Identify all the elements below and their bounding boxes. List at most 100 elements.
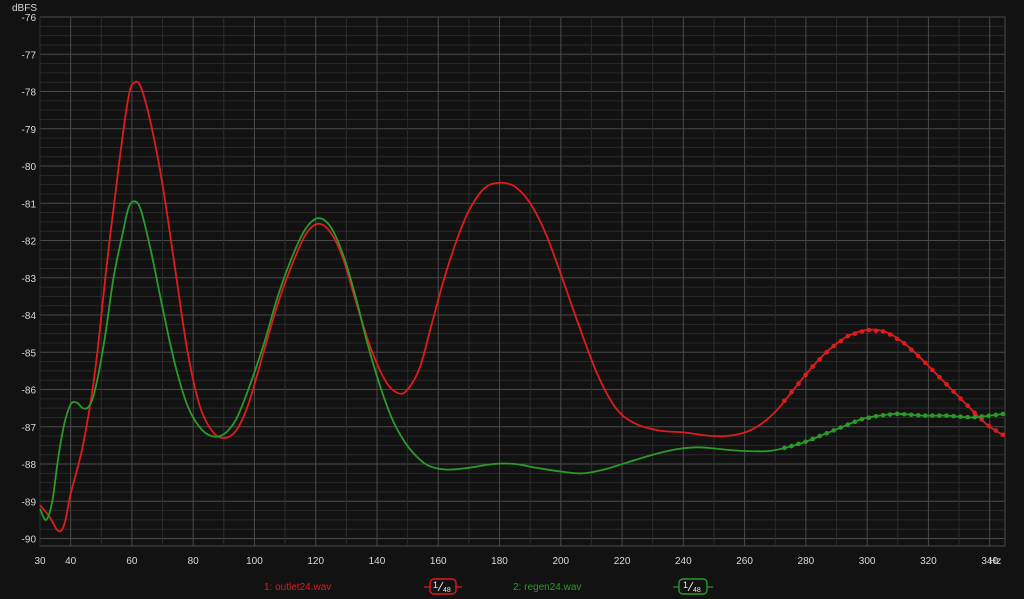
series-1-point <box>789 389 794 395</box>
series-1-point <box>993 428 999 433</box>
series-2-point <box>944 413 949 418</box>
y-tick-label: -81 <box>22 199 37 210</box>
series-1-point <box>958 396 963 401</box>
series-1-point <box>831 343 837 349</box>
series-1-point <box>930 367 935 373</box>
series-2-point <box>894 411 900 417</box>
series-2-point <box>965 414 970 420</box>
legend-series-2-smoothing-num: 1 <box>683 580 688 590</box>
series-1-point <box>965 403 970 408</box>
series-1-point <box>944 381 949 387</box>
x-tick-label: 240 <box>675 556 692 567</box>
series-1-point <box>824 349 830 355</box>
x-tick-label: 200 <box>552 556 569 567</box>
series-2-point <box>1000 411 1006 417</box>
y-tick-label: -90 <box>22 535 37 546</box>
series-1-point <box>972 410 977 416</box>
series-2-point <box>993 412 999 418</box>
series-1-point <box>887 332 893 337</box>
series-2-point <box>817 433 822 439</box>
series-2-point <box>930 413 935 418</box>
y-tick-label: -80 <box>22 162 37 173</box>
x-tick-label: 260 <box>736 556 753 567</box>
y-axis-ticks: -76 -77 -78 -79 -80 -81 -82 -83 -84 -85 -86 -87 -88 -… <box>22 13 37 546</box>
x-tick-label: 120 <box>307 556 324 567</box>
legend-series-2-label[interactable]: 2: regen24.wav <box>513 582 581 593</box>
series-2-point <box>796 441 801 447</box>
y-tick-label: -76 <box>22 13 37 24</box>
x-tick-label: 160 <box>430 556 447 567</box>
y-tick-label: -88 <box>22 460 37 471</box>
series-1-point <box>782 398 787 404</box>
x-tick-label: 80 <box>188 556 200 567</box>
series-1-point <box>986 423 992 429</box>
x-tick-label: 280 <box>798 556 815 567</box>
series-2-point <box>873 413 879 419</box>
series-2-point <box>782 445 787 451</box>
series-2-point <box>986 413 992 419</box>
series-2-point <box>979 414 985 419</box>
series-2-point <box>887 412 893 417</box>
series-2-point <box>901 411 907 417</box>
x-tick-label: 220 <box>614 556 631 567</box>
series-1-point <box>908 347 914 352</box>
series-2-point <box>916 413 921 418</box>
chart-background <box>0 0 1024 599</box>
series-2-point <box>789 443 794 449</box>
series-2-point <box>852 419 858 425</box>
series-1-point <box>859 329 865 334</box>
series-2-point <box>972 414 977 420</box>
series-1-point <box>796 381 801 386</box>
series-2-point <box>923 413 928 418</box>
y-tick-label: -89 <box>22 497 37 508</box>
x-tick-label: 140 <box>369 556 386 567</box>
legend-series-1-smoothing-den: 48 <box>443 587 451 594</box>
y-tick-label: -78 <box>22 88 37 99</box>
series-2-point <box>859 416 865 422</box>
series-1-point <box>916 353 921 359</box>
x-axis-unit: Hz <box>989 556 1001 567</box>
y-axis-unit: dBFS <box>12 3 37 14</box>
y-tick-label: -83 <box>22 274 37 285</box>
series-1-point <box>923 360 928 366</box>
series-2-point <box>824 430 830 436</box>
series-1-point <box>810 364 815 369</box>
x-tick-label: 100 <box>246 556 263 567</box>
series-1-point <box>951 389 956 394</box>
series-1-point <box>803 372 808 378</box>
series-1-point <box>852 331 858 336</box>
y-tick-label: -85 <box>22 348 37 359</box>
y-tick-label: -87 <box>22 423 37 434</box>
series-2-point <box>831 428 837 433</box>
series-1-point <box>894 336 900 342</box>
series-2-point <box>810 436 815 442</box>
series-1-point <box>880 329 886 334</box>
y-tick-label: -84 <box>22 311 37 322</box>
series-1-point <box>901 340 907 346</box>
series-2-point <box>958 414 963 419</box>
series-2-point <box>908 412 914 418</box>
x-tick-label: 320 <box>920 556 937 567</box>
y-tick-label: -77 <box>22 50 37 61</box>
x-tick-label: 40 <box>65 556 77 567</box>
series-1-point <box>866 327 872 333</box>
legend-series-2-smoothing-den: 48 <box>693 587 701 594</box>
series-1-point <box>845 333 851 339</box>
frequency-response-chart: -76 -77 -78 -79 -80 -81 -82 -83 -84 -85 -86 -87 -88 -… <box>0 0 1024 599</box>
y-tick-label: -86 <box>22 386 37 397</box>
series-2-point <box>866 415 872 421</box>
series-1-point <box>937 374 942 380</box>
x-tick-label: 30 <box>34 556 46 567</box>
series-2-point <box>845 422 851 427</box>
series-1-point <box>817 357 822 362</box>
y-tick-label: -79 <box>22 125 37 136</box>
series-2-point <box>838 425 844 430</box>
legend-series-1-label[interactable]: 1: outlet24.wav <box>264 582 331 593</box>
series-1-point <box>873 328 879 334</box>
series-2-point <box>880 412 886 418</box>
x-tick-label: 60 <box>126 556 138 567</box>
legend-series-1-smoothing-num: 1 <box>433 580 438 590</box>
x-tick-label: 180 <box>491 556 508 567</box>
series-2-point <box>803 439 808 445</box>
series-2-point <box>951 413 956 419</box>
